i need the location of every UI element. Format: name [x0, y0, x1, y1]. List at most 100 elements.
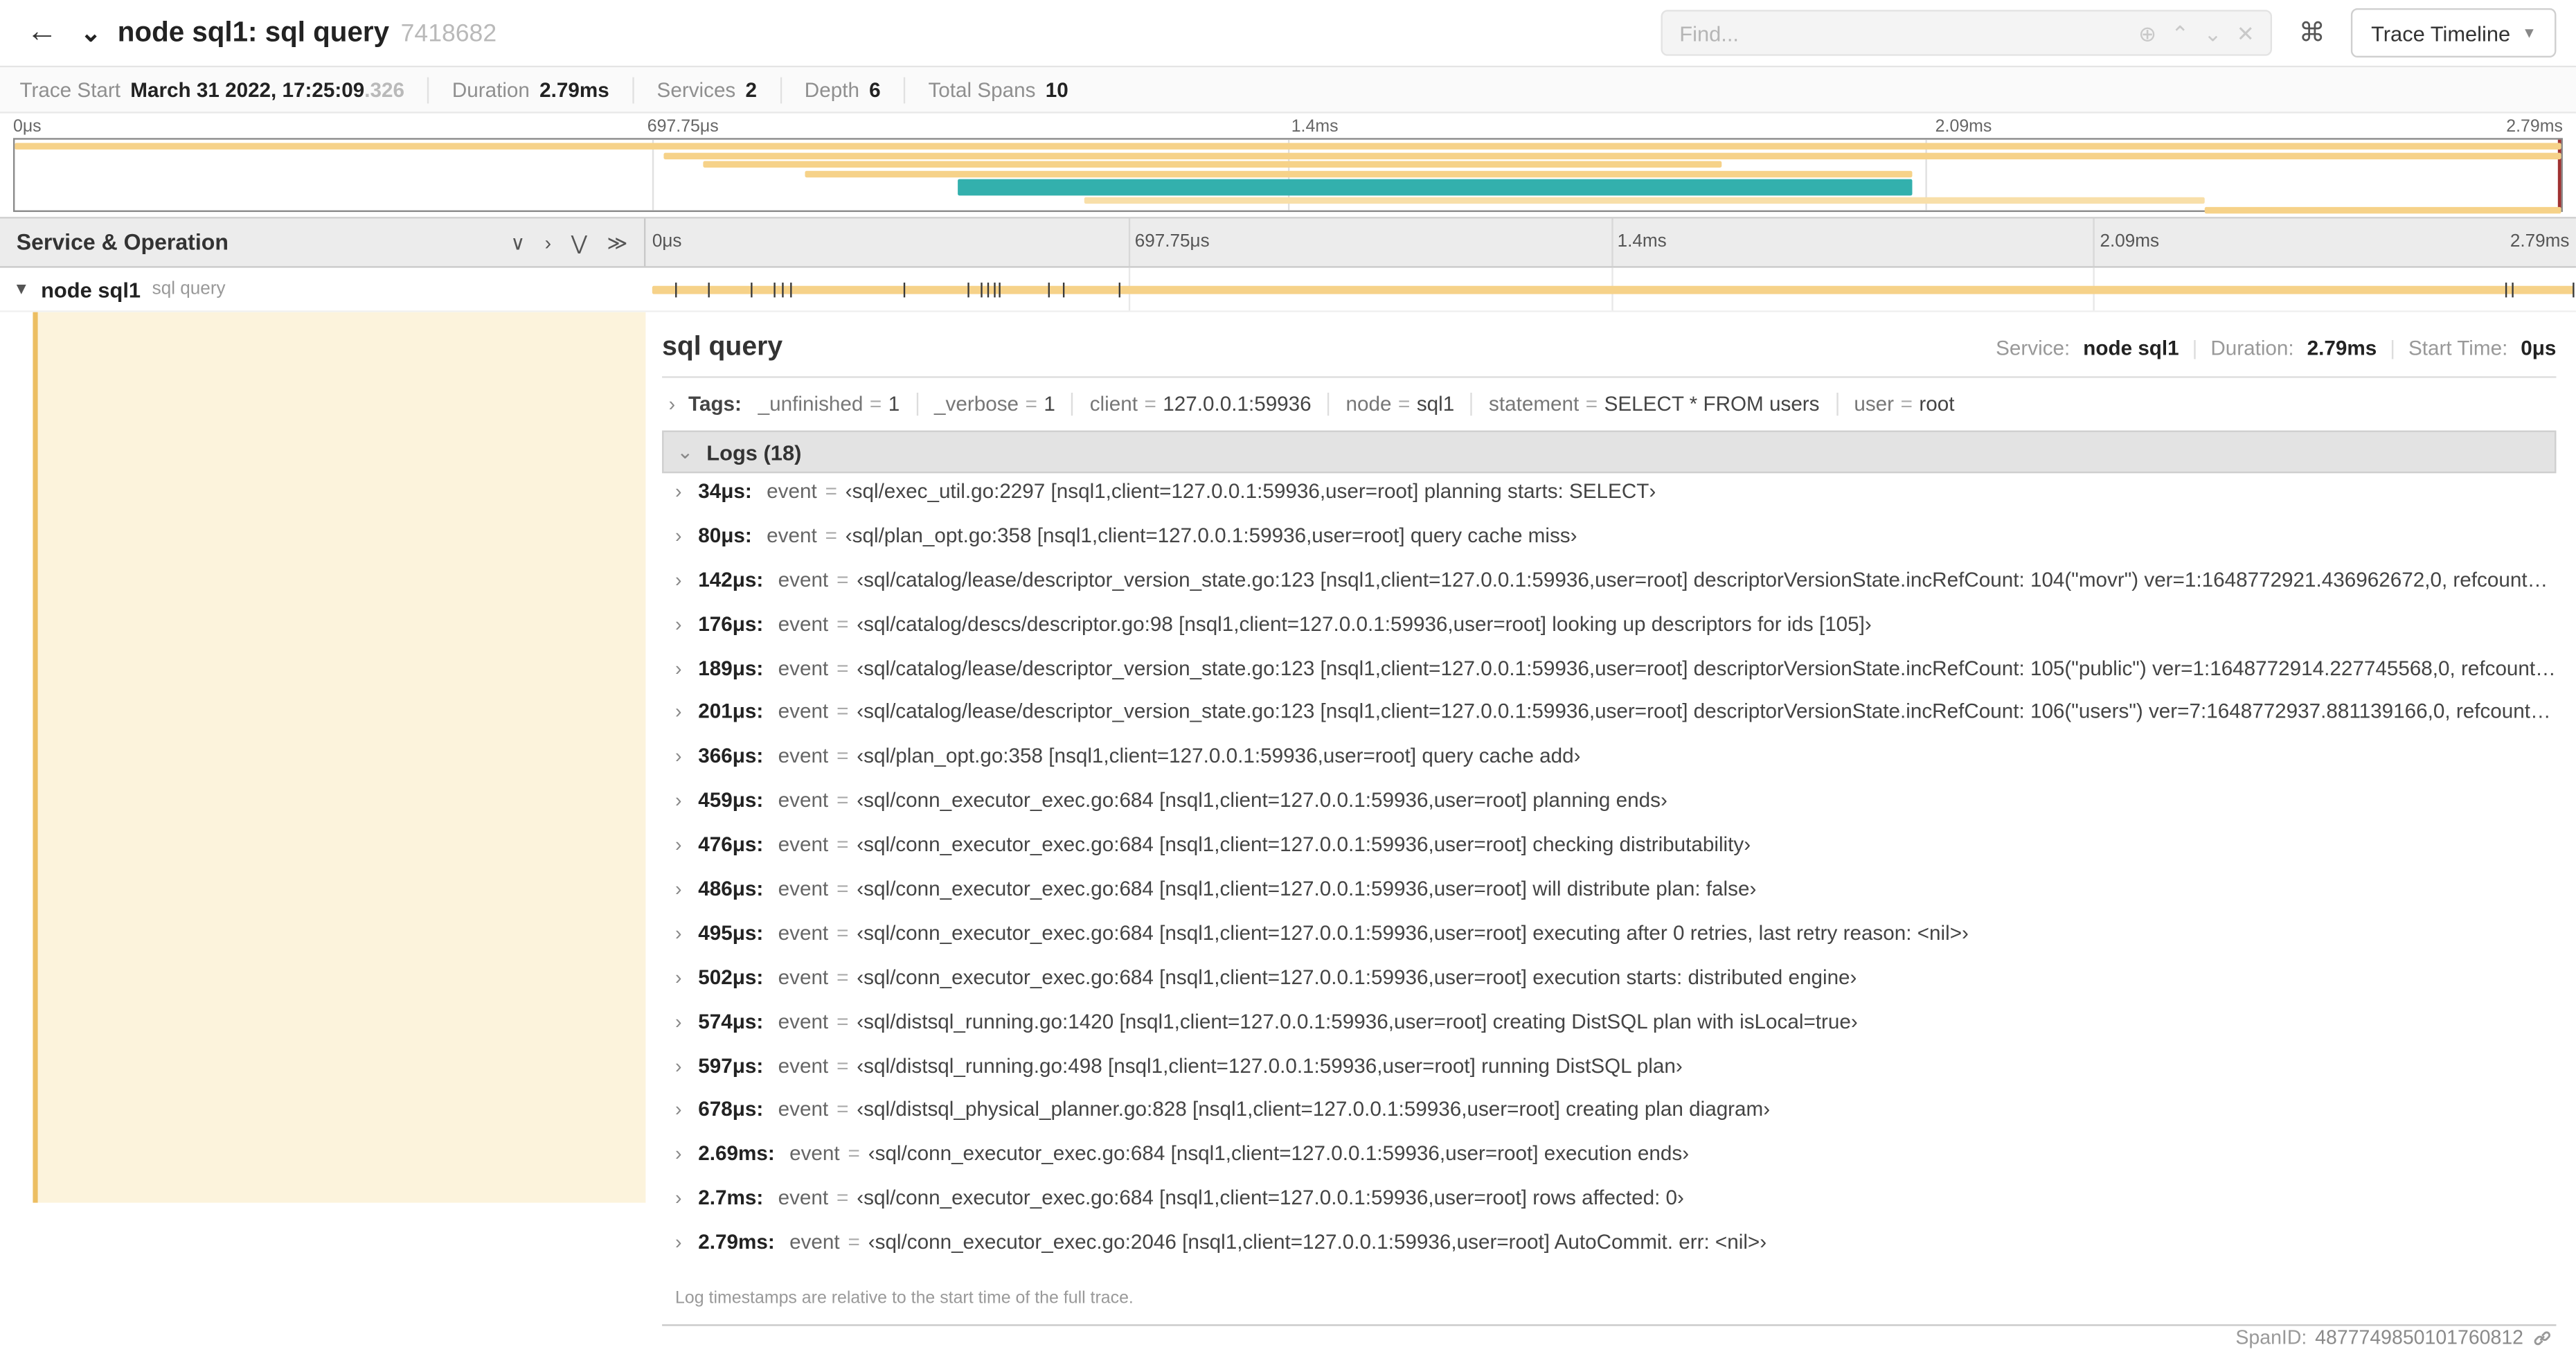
- log-message: ‹sql/catalog/lease/descriptor_version_st…: [857, 656, 2557, 680]
- chevron-right-icon: ›: [675, 612, 682, 636]
- minimap-span-bar: [664, 152, 2561, 159]
- log-row[interactable]: › 142μs: event = ‹sql/catalog/lease/descript…: [662, 568, 2556, 612]
- log-field-key: event: [778, 789, 829, 812]
- log-row[interactable]: › 2.69ms: event = ‹sql/conn_executor_exec.go…: [662, 1143, 2556, 1187]
- log-timestamp: 2.69ms:: [698, 1142, 775, 1166]
- logs-list: › 34μs: event = ‹sql/exec_util.go:2297 [nsql…: [662, 473, 2556, 1275]
- span-row-timeline[interactable]: [645, 267, 2576, 311]
- log-row[interactable]: › 476μs: event = ‹sql/conn_executor_exec.go:…: [662, 833, 2556, 878]
- span-collapse-chevron-down-icon[interactable]: ▼: [13, 280, 30, 298]
- log-event-tick: [707, 283, 709, 298]
- log-equals: =: [825, 524, 837, 547]
- span-bar[interactable]: [652, 283, 2575, 298]
- timeline-tick-label: 697.75μs: [1134, 231, 1210, 251]
- log-equals: =: [837, 700, 849, 724]
- tag-equals: =: [1144, 393, 1156, 416]
- timeline-tick-label: 2.09ms: [2100, 231, 2160, 251]
- page-title: node sql1: sql query 7418682: [117, 16, 497, 48]
- collapse-one-chevron-down-icon[interactable]: ∨: [510, 233, 525, 252]
- log-timestamp: 201μs:: [698, 700, 764, 724]
- logs-title: Logs (18): [706, 439, 802, 465]
- span-detail-panel: sql query Service: node sql1 | Duration: 2…: [645, 312, 2576, 1349]
- prev-match-chevron-up-icon[interactable]: ⌃: [2171, 22, 2189, 44]
- find-input[interactable]: [1679, 20, 2124, 46]
- log-row[interactable]: › 495μs: event = ‹sql/conn_executor_exec.go:…: [662, 922, 2556, 966]
- expand-one-chevron-right-icon[interactable]: ›: [545, 233, 551, 252]
- detail-header: sql query Service: node sql1 | Duration: 2…: [662, 332, 2557, 378]
- log-event-tick: [998, 283, 1000, 298]
- copy-link-icon[interactable]: [2532, 1327, 2553, 1348]
- service-operation-header: Service & Operation: [16, 230, 229, 255]
- log-row[interactable]: › 176μs: event = ‹sql/catalog/descs/descript…: [662, 612, 2556, 657]
- tag-equals: =: [1900, 393, 1913, 416]
- log-timestamp: 176μs:: [698, 612, 764, 636]
- log-row[interactable]: › 2.79ms: event = ‹sql/conn_executor_exec.go…: [662, 1231, 2556, 1275]
- log-row[interactable]: › 34μs: event = ‹sql/exec_util.go:2297 [nsql…: [662, 480, 2556, 524]
- log-row[interactable]: › 366μs: event = ‹sql/plan_opt.go:358 [nsql1…: [662, 745, 2556, 790]
- trace-timeline-dropdown[interactable]: Trace Timeline ▼: [2351, 8, 2557, 58]
- log-row[interactable]: › 2.7ms: event = ‹sql/conn_executor_exec.go:…: [662, 1186, 2556, 1231]
- span-id-value: 4877749850101760812: [2315, 1326, 2524, 1349]
- log-event-tick: [1063, 283, 1066, 298]
- total-spans-item: Total Spans 10: [903, 76, 1091, 103]
- log-row[interactable]: › 189μs: event = ‹sql/catalog/lease/descript…: [662, 657, 2556, 701]
- log-row[interactable]: › 502μs: event = ‹sql/conn_executor_exec.go:…: [662, 965, 2556, 1010]
- trace-start-value: March 31 2022, 17:25:09.326: [130, 78, 405, 101]
- detail-meta: Service: node sql1 | Duration: 2.79ms | St…: [1996, 337, 2556, 359]
- log-message: ‹sql/exec_util.go:2297 [nsql1,client=127…: [845, 479, 1656, 503]
- keyboard-shortcuts-command-key-icon[interactable]: ⌘: [2289, 17, 2334, 49]
- focus-icon[interactable]: ⊕: [2138, 22, 2156, 44]
- collapse-all-icon[interactable]: ⋁: [571, 233, 587, 252]
- top-bar: ← ⌄ node sql1: sql query7418682 ⊕ ⌃ ⌄ ✕ …: [0, 0, 2576, 68]
- log-equals: =: [837, 656, 849, 680]
- log-equals: =: [837, 612, 849, 636]
- log-equals: =: [837, 877, 849, 901]
- chevron-right-icon: ›: [675, 1186, 682, 1210]
- tag-value: 1: [1044, 393, 1055, 416]
- timeline-tick-label: 2.79ms: [2510, 231, 2570, 251]
- start-time-label: Start Time:: [2408, 337, 2508, 360]
- log-row[interactable]: › 201μs: event = ‹sql/catalog/lease/descript…: [662, 701, 2556, 745]
- detail-title: sql query: [662, 332, 783, 362]
- log-message: ‹sql/catalog/descs/descriptor.go:98 [nsq…: [857, 612, 1872, 636]
- total-spans-value: 10: [1045, 78, 1068, 101]
- logs-accordion-toggle[interactable]: ⌄ Logs (18): [662, 430, 2557, 474]
- chevron-right-icon: ›: [675, 745, 682, 768]
- next-match-chevron-down-icon[interactable]: ⌄: [2204, 22, 2222, 44]
- minimap-canvas[interactable]: [12, 138, 2563, 213]
- log-timestamp: 366μs:: [698, 745, 764, 768]
- log-row[interactable]: › 459μs: event = ‹sql/conn_executor_exec.go:…: [662, 789, 2556, 833]
- log-row[interactable]: › 486μs: event = ‹sql/conn_executor_exec.go:…: [662, 878, 2556, 922]
- log-row[interactable]: › 597μs: event = ‹sql/distsql_running.go:498…: [662, 1054, 2556, 1098]
- log-row[interactable]: › 80μs: event = ‹sql/plan_opt.go:358 [nsql1,…: [662, 524, 2556, 569]
- span-row[interactable]: ▼ node sql1 sql query: [0, 267, 2576, 312]
- log-message: ‹sql/conn_executor_exec.go:684 [nsql1,cl…: [857, 921, 1969, 945]
- log-field-key: event: [778, 700, 829, 724]
- back-arrow-icon[interactable]: ←: [19, 15, 64, 51]
- tags-list: _unfinished = 1 _verbose = 1 client = 127.0.0.1:…: [755, 393, 1971, 416]
- tag-pair: user = root: [1836, 393, 1971, 416]
- clear-find-close-icon[interactable]: ✕: [2237, 22, 2255, 44]
- tag-key: _verbose: [934, 393, 1019, 416]
- tag-value: root: [1919, 393, 1955, 416]
- minimap-span-bar: [1084, 197, 2205, 204]
- log-message: ‹sql/conn_executor_exec.go:684 [nsql1,cl…: [857, 833, 1751, 857]
- log-row[interactable]: › 574μs: event = ‹sql/distsql_running.go:142…: [662, 1010, 2556, 1054]
- minimap-scrubber-right[interactable]: [2557, 139, 2561, 211]
- log-message: ‹sql/conn_executor_exec.go:684 [nsql1,cl…: [868, 1142, 1690, 1166]
- log-field-key: event: [778, 1054, 829, 1078]
- chevron-right-icon: ›: [675, 877, 682, 901]
- log-field-key: event: [778, 612, 829, 636]
- depth-value: 6: [869, 78, 881, 101]
- log-equals: =: [837, 1010, 849, 1033]
- trace-collapse-chevron-down-icon[interactable]: ⌄: [80, 18, 101, 47]
- tags-accordion-toggle[interactable]: › Tags: _unfinished = 1 _verbose = 1 client = 12…: [662, 378, 2556, 431]
- log-row[interactable]: › 678μs: event = ‹sql/distsql_physical_plann…: [662, 1098, 2556, 1143]
- expand-all-icon[interactable]: ≫: [607, 233, 627, 252]
- chevron-right-icon: ›: [675, 700, 682, 724]
- meta-separator: |: [2192, 337, 2198, 360]
- timeline-left-header: Service & Operation ∨ › ⋁ ≫: [0, 218, 646, 267]
- tag-pair: client = 127.0.0.1:59936: [1071, 393, 1328, 416]
- detail-left-column: [0, 312, 646, 1203]
- timeline-gridline: [1128, 218, 1130, 267]
